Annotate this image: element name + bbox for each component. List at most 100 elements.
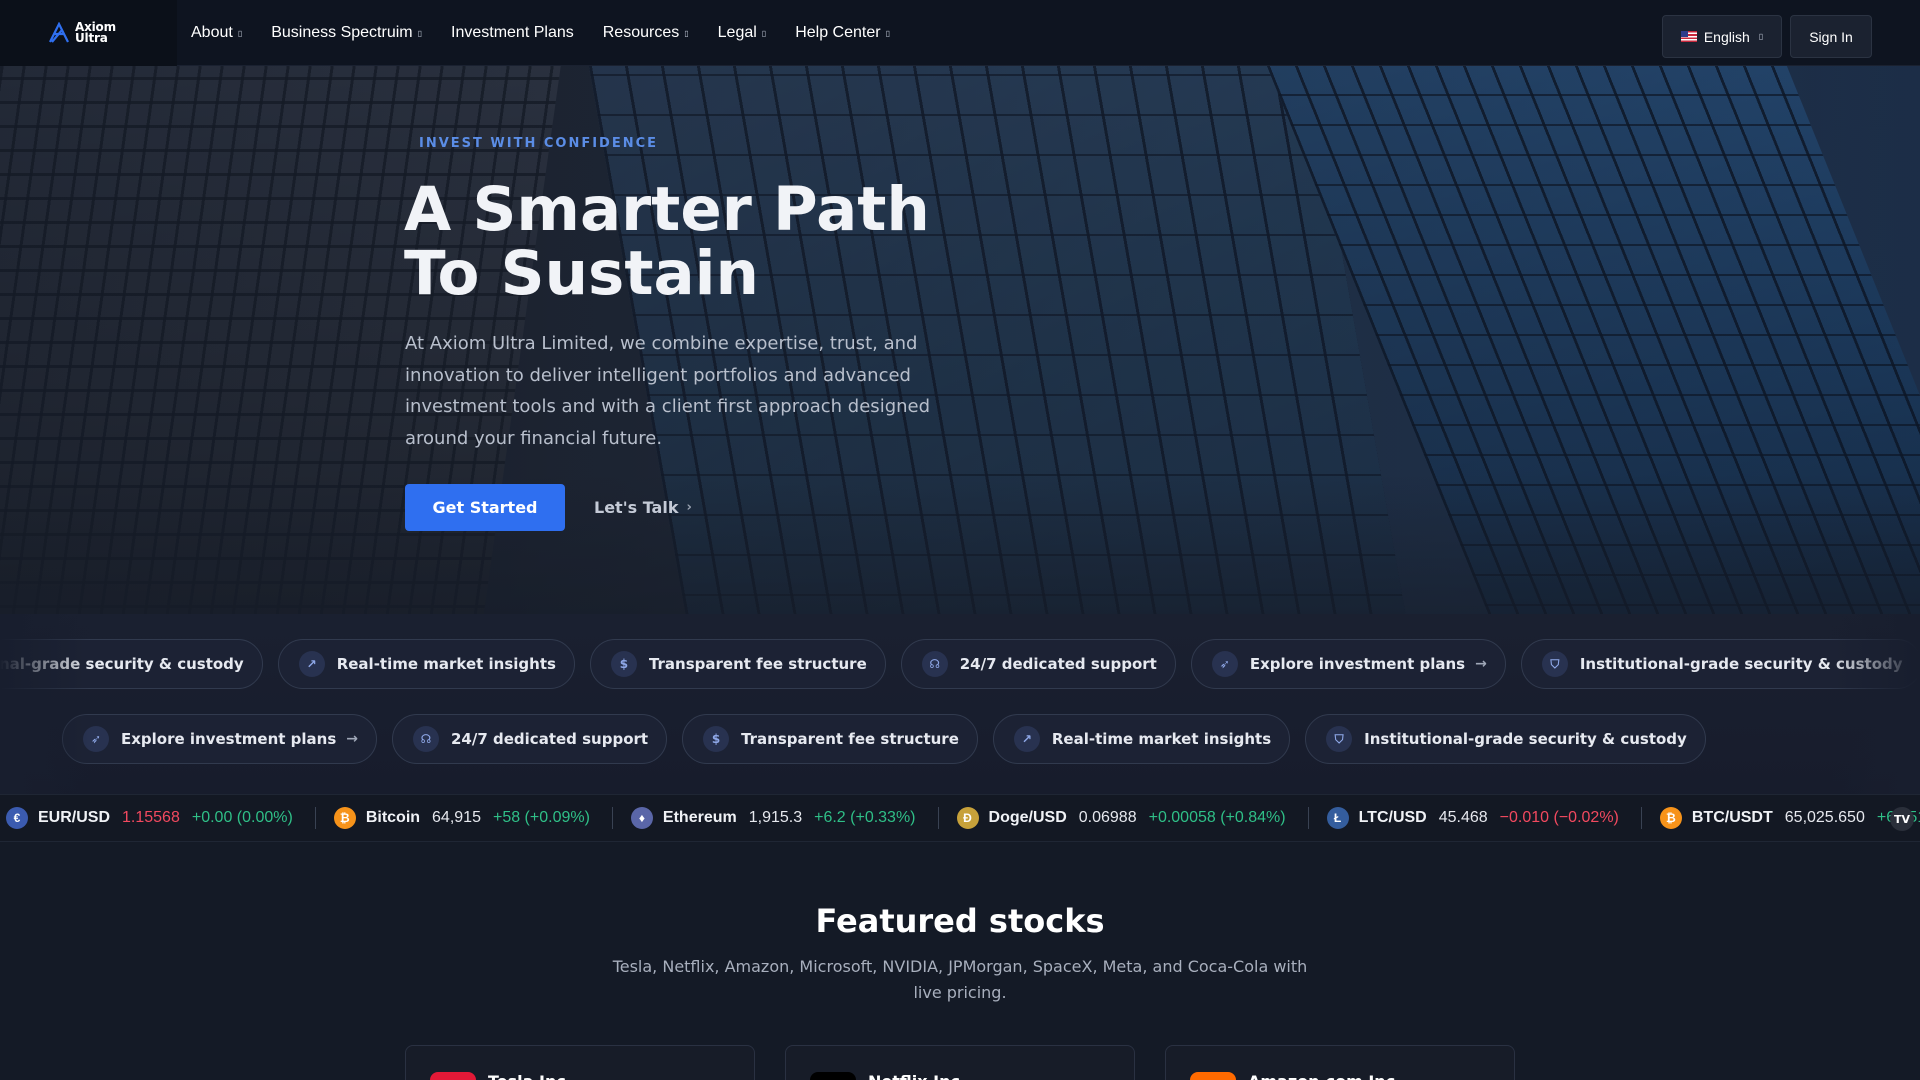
pill-market-insights[interactable]: ↗ Real-time market insights: [992, 714, 1291, 764]
tradingview-logo-icon[interactable]: TV: [1890, 807, 1914, 831]
pill-label: Transparent fee structure: [648, 655, 867, 673]
caret-down-icon: ▯: [684, 28, 689, 38]
ticker-price: 64,915: [432, 809, 481, 826]
ticker-price: 1,915.3: [748, 809, 803, 826]
pill-security[interactable]: ⛉ Institutional-grade security & custody: [1305, 714, 1706, 764]
ticker-name: EUR/USD: [38, 809, 111, 826]
pill-fee-structure[interactable]: $ Transparent fee structure: [589, 639, 886, 689]
doge-icon: Ð: [956, 807, 979, 829]
hero-section: INVEST WITH CONFIDENCE A Smarter Path To…: [0, 66, 1920, 614]
ticker-item[interactable]: € EUR/USD 1.15568 +0.00 (0.00%): [0, 807, 315, 829]
pill-label: 24/7 dedicated support: [959, 655, 1157, 673]
stock-card-amazon[interactable]: Amazon.com Inc: [1165, 1045, 1515, 1080]
feature-pills-row-2: ➶ Explore investment plans → ☊ 24/7 dedicat…: [62, 714, 1721, 764]
menu-label: Legal: [717, 24, 757, 41]
menu-label: Investment Plans: [451, 24, 574, 41]
bitcoin-icon: ₿: [333, 807, 356, 829]
menu-label: About: [191, 24, 233, 41]
ticker-divider: [611, 807, 613, 829]
language-label: English: [1703, 28, 1750, 45]
pill-label: Explore investment plans: [1249, 655, 1466, 673]
eu-us-flag-icon: €: [6, 807, 28, 829]
menu-label: Business Spectruim: [271, 24, 413, 41]
ticker-divider: [1307, 807, 1309, 829]
logo[interactable]: Axiom Ultra: [0, 0, 177, 66]
caret-down-icon: ▯: [885, 28, 890, 38]
litecoin-icon: Ł: [1326, 807, 1349, 829]
feature-pills-row-1: ⛉Institutional-grade security & custody …: [0, 639, 1920, 689]
ticker-name: Ethereum: [662, 809, 737, 826]
stock-name: Netflix Inc: [868, 1072, 960, 1080]
ethereum-icon: ♦: [630, 807, 653, 829]
stock-name: Tesla Inc: [488, 1072, 566, 1080]
pills-fade-right: [1830, 614, 1920, 794]
ticker-divider: [1640, 807, 1642, 829]
pill-label: Transparent fee structure: [741, 730, 959, 748]
dollar-icon: $: [610, 651, 637, 677]
hero-eyebrow: INVEST WITH CONFIDENCE: [419, 136, 659, 151]
amazon-logo-icon: [1190, 1072, 1236, 1080]
ticker-change: +0.00 (0.00%): [191, 809, 293, 826]
caret-down-icon: ▯: [417, 28, 423, 38]
top-navbar: Axiom Ultra About ▯ Business Spectruim ▯ I…: [0, 0, 1920, 66]
ticker-item[interactable]: ₿ BTC/USDT 65,025.650 +67.510: [1659, 807, 1920, 829]
arrow-right-icon: →: [346, 731, 358, 747]
main-menu: About ▯ Business Spectruim ▯ Investment Pl…: [177, 0, 905, 66]
chevron-right-icon: ›: [686, 500, 692, 515]
menu-business-spectrum[interactable]: Business Spectruim ▯: [271, 24, 422, 42]
language-selector[interactable]: English ▯: [1662, 15, 1782, 58]
hero-description: At Axiom Ultra Limited, we combine exper…: [405, 333, 931, 449]
pill-support[interactable]: ☊ 24/7 dedicated support: [392, 714, 668, 764]
headset-icon: ☊: [413, 726, 439, 752]
pill-label: Real-time market insights: [336, 655, 556, 673]
pill-market-insights[interactable]: ↗ Real-time market insights: [277, 639, 575, 689]
ticker-change: +0.00058 (+0.84%): [1148, 809, 1286, 826]
ticker-item[interactable]: ₿ Bitcoin 64,915 +58 (+0.09%): [333, 807, 612, 829]
ticker-item[interactable]: ♦ Ethereum 1,915.3 +6.2 (+0.33%): [630, 807, 938, 829]
shield-icon: ⛉: [1326, 726, 1353, 752]
menu-legal[interactable]: Legal ▯: [718, 24, 767, 42]
pill-support[interactable]: ☊ 24/7 dedicated support: [900, 639, 1176, 689]
pill-label: Real-time market insights: [1051, 730, 1272, 748]
pill-label: 24/7 dedicated support: [451, 730, 649, 748]
menu-resources[interactable]: Resources ▯: [603, 24, 689, 42]
ticker-price: 45.468: [1438, 809, 1488, 826]
menu-about[interactable]: About ▯: [191, 24, 242, 42]
hero-title-line-1: A Smarter Path: [404, 174, 930, 245]
pill-explore-plans[interactable]: ➶ Explore investment plans →: [62, 714, 377, 764]
lets-talk-link[interactable]: Let's Talk ›: [594, 484, 692, 531]
feature-pills-section: ⛉Institutional-grade security & custody …: [0, 614, 1920, 794]
shield-icon: ⛉: [1541, 651, 1568, 677]
menu-help-center[interactable]: Help Center ▯: [795, 24, 890, 42]
hero-title-line-2: To Sustain: [404, 238, 759, 309]
ticker-item[interactable]: Ł LTC/USD 45.468 −0.010 (−0.02%): [1326, 807, 1641, 829]
pill-label: Explore investment plans: [121, 730, 337, 748]
ticker-name: BTC/USDT: [1691, 809, 1773, 826]
ticker-name: Doge/USD: [988, 809, 1067, 826]
menu-label: Help Center: [795, 24, 881, 41]
headset-icon: ☊: [921, 651, 948, 677]
bitcoin-icon: ₿: [1659, 807, 1682, 829]
chart-line-icon: ↗: [1013, 726, 1040, 752]
ticker-price: 1.15568: [122, 809, 180, 826]
pill-fee-structure[interactable]: $ Transparent fee structure: [682, 714, 978, 764]
ticker-name: Bitcoin: [365, 809, 421, 826]
ticker-item[interactable]: Ð Doge/USD 0.06988 +0.00058 (+0.84%): [956, 807, 1308, 829]
stock-card-netflix[interactable]: Netflix Inc: [785, 1045, 1135, 1080]
market-ticker: € EUR/USD 1.15568 +0.00 (0.00%) ₿ Bitcoi…: [0, 794, 1920, 842]
pill-explore-plans[interactable]: ➶ Explore investment plans →: [1190, 639, 1506, 689]
netflix-logo-icon: [810, 1072, 856, 1080]
axiom-logo-icon: [49, 22, 69, 43]
tesla-logo-icon: [430, 1072, 476, 1080]
stock-name: Amazon.com Inc: [1248, 1072, 1395, 1080]
ticker-change: +6.2 (+0.33%): [814, 809, 916, 826]
get-started-button[interactable]: Get Started: [405, 484, 565, 531]
ticker-change: −0.010 (−0.02%): [1499, 809, 1619, 826]
sign-in-button[interactable]: Sign In: [1790, 15, 1872, 58]
pill-label: Institutional-grade security & custody: [1364, 730, 1687, 748]
rocket-icon: ➶: [1211, 651, 1238, 677]
stock-card-tesla[interactable]: Tesla Inc: [405, 1045, 755, 1080]
menu-investment-plans[interactable]: Investment Plans: [451, 24, 574, 42]
ticker-name: LTC/USD: [1358, 809, 1427, 826]
logo-line-2: Ultra: [75, 31, 108, 45]
